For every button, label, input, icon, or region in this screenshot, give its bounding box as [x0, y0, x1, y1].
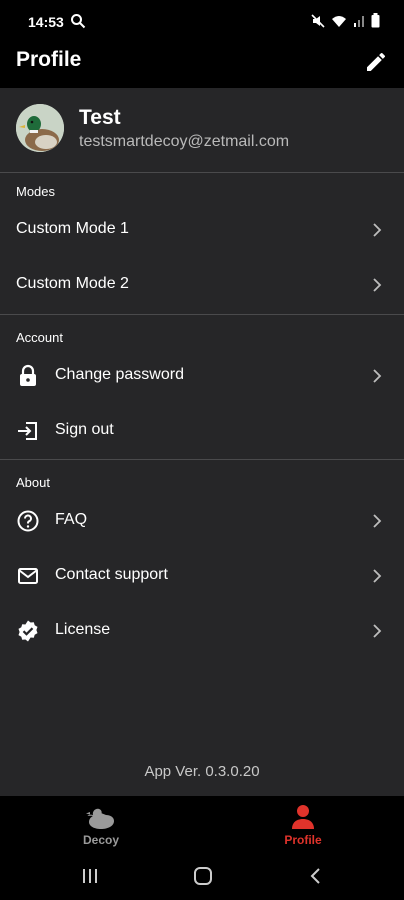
app-version: App Ver. 0.3.0.20 — [144, 763, 260, 780]
menu-item-change-password[interactable]: Change password — [0, 348, 404, 403]
lock-icon — [20, 364, 36, 386]
chevron-right-icon — [373, 369, 382, 383]
divider — [0, 172, 404, 173]
pencil-icon[interactable] — [364, 50, 388, 74]
menu-item-sign-out[interactable]: Sign out — [0, 403, 404, 458]
tab-decoy[interactable]: Decoy — [0, 796, 202, 852]
tab-label: Decoy — [82, 833, 120, 847]
menu-item-faq[interactable]: FAQ — [0, 493, 404, 548]
chevron-right-icon — [373, 624, 382, 638]
menu-item-label: Custom Mode 1 — [16, 220, 129, 237]
menu-item-custom-mode-2[interactable]: Custom Mode 2 — [0, 257, 404, 312]
menu-item-label: License — [55, 621, 111, 638]
person-icon — [292, 805, 314, 829]
menu-item-label: FAQ — [55, 511, 88, 528]
menu-item-contact-support[interactable]: Contact support — [0, 548, 404, 603]
user-email: testsmartdecoy@zetmail.com — [79, 133, 290, 150]
battery-icon — [371, 13, 380, 28]
question-circle-icon — [17, 510, 39, 532]
sign-out-icon — [18, 422, 37, 440]
profile-header: Test testsmartdecoy@zetmail.com — [0, 88, 404, 172]
mail-icon — [18, 568, 38, 584]
page-title: Profile — [16, 48, 82, 71]
back-icon[interactable] — [306, 866, 326, 886]
avatar — [16, 104, 64, 152]
divider — [0, 459, 404, 460]
chevron-right-icon — [373, 514, 382, 528]
mute-icon — [311, 13, 325, 28]
section-label-account: Account — [16, 330, 63, 345]
chevron-right-icon — [373, 223, 382, 237]
tab-label: Profile — [284, 833, 322, 847]
menu-item-label: Custom Mode 2 — [16, 275, 129, 292]
status-bar: 14:53 — [0, 0, 404, 44]
divider — [0, 314, 404, 315]
search-icon — [71, 14, 86, 29]
menu-item-label: Change password — [55, 366, 184, 383]
profile-content: Test testsmartdecoy@zetmail.com Modes Cu… — [0, 88, 404, 796]
chevron-right-icon — [373, 569, 382, 583]
duck-avatar — [16, 104, 64, 152]
section-label-about: About — [16, 475, 50, 490]
menu-item-label: Sign out — [55, 421, 114, 438]
signal-icon — [354, 15, 364, 27]
duck-icon — [86, 808, 114, 829]
wifi-icon — [332, 15, 346, 27]
chevron-right-icon — [373, 278, 382, 292]
menu-item-label: Contact support — [55, 566, 168, 583]
status-icons — [311, 13, 380, 28]
user-name: Test — [79, 106, 121, 129]
tab-profile[interactable]: Profile — [202, 796, 404, 852]
bottom-nav: Decoy Profile — [0, 796, 404, 852]
section-label-modes: Modes — [16, 184, 56, 199]
status-time: 14:53 — [28, 14, 64, 30]
menu-item-license[interactable]: License — [0, 603, 404, 658]
app-header: Profile — [0, 44, 404, 88]
system-nav-bar — [0, 852, 404, 900]
menu-item-custom-mode-1[interactable]: Custom Mode 1 — [0, 202, 404, 257]
recents-icon[interactable] — [80, 866, 100, 886]
verified-badge-icon — [18, 620, 38, 642]
home-icon[interactable] — [193, 866, 213, 886]
